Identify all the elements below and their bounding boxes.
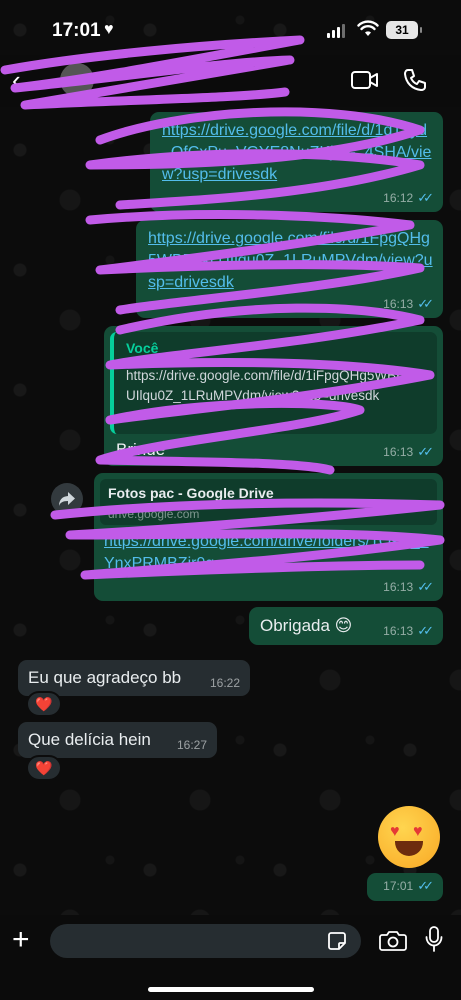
camera-icon[interactable] [379,929,407,951]
message-input-bar: + [0,915,461,1000]
outgoing-reply-message[interactable]: Você https://drive.google.com/file/d/1iF… [104,326,443,466]
microphone-icon[interactable] [425,926,443,952]
read-ticks-icon: ✓✓ [417,878,434,893]
message-text: Obrigada 😊 [260,616,353,635]
preview-title: Fotos pac - Google Drive [108,485,274,501]
message-meta: 16:22 [210,676,240,690]
outgoing-link-message[interactable]: Fotos pac - Google Drive drive.google.co… [94,473,443,601]
message-meta: 16:12 ✓✓ [383,190,434,206]
message-link[interactable]: https://drive.google.com/file/d/1FpgQHg5… [148,228,433,294]
message-time: 16:12 [383,191,414,205]
status-time: 17:01 [52,20,101,41]
message-meta: 16:13 ✓✓ [383,444,434,460]
read-ticks-icon: ✓✓ [417,296,434,311]
message-text: Brinde [116,440,166,459]
reaction-emoji: ❤️ [35,695,53,712]
phone-call-icon[interactable] [402,67,428,93]
quote-author: Você [126,340,159,356]
sticker-icon[interactable] [327,931,347,951]
plus-icon[interactable]: + [12,925,30,955]
back-chevron-icon[interactable]: ‹ [12,65,21,96]
outgoing-message[interactable]: https://drive.google.com/file/d/1FpgQHg5… [136,220,443,318]
emoji-time-pill: 17:01 ✓✓ [367,873,443,901]
read-ticks-icon: ✓✓ [417,579,434,594]
message-time: 17:01 [383,879,414,893]
quote-text: https://drive.google.com/file/d/1iFpgQHg… [126,368,427,403]
chat-header: ‹ [0,55,461,107]
wifi-icon [357,20,379,36]
message-text: Eu que agradeço bb [28,668,182,687]
quoted-message[interactable]: Você https://drive.google.com/file/d/1iF… [110,332,437,434]
battery-level: 31 [386,21,422,39]
heart-eyes-emoji[interactable]: ♥ ♥ [378,806,440,868]
message-meta: 17:01 ✓✓ [383,878,434,894]
message-time: 16:13 [383,297,414,311]
message-meta: 16:27 [177,738,207,752]
message-time: 16:13 [383,624,414,638]
outgoing-message[interactable]: Obrigada 😊 16:13 ✓✓ [249,607,443,645]
read-ticks-icon: ✓✓ [417,444,434,459]
read-ticks-icon: ✓✓ [417,190,434,205]
read-ticks-icon: ✓✓ [417,623,434,638]
message-time: 16:13 [383,445,414,459]
message-link[interactable]: https://drive.google.com/file/d/1g12yd_Q… [162,120,432,186]
video-call-icon[interactable] [350,69,380,91]
avatar[interactable] [60,63,94,97]
message-meta: 16:13 ✓✓ [383,623,434,639]
message-input[interactable] [50,924,361,958]
link-preview[interactable]: Fotos pac - Google Drive drive.google.co… [100,479,437,525]
heart-reaction[interactable]: ❤️ [26,691,62,717]
message-meta: 16:13 ✓✓ [383,296,434,312]
heart-eye-right-icon: ♥ [413,823,423,840]
outgoing-message[interactable]: https://drive.google.com/file/d/1g12yd_Q… [150,112,443,212]
incoming-message[interactable]: Que delícia hein 16:27 [18,722,217,758]
forward-button[interactable] [51,483,83,515]
message-time: 16:22 [209,676,240,690]
signal-icon [327,24,345,38]
reaction-emoji: ❤️ [35,759,53,776]
status-bar: 17:01 ♥ 31 [0,0,461,58]
message-link[interactable]: https://drive.google.com/drive/folders/1… [104,531,434,575]
preview-domain: drive.google.com [108,507,200,521]
mouth-shape [395,841,423,856]
message-text: Que delícia hein [28,730,151,749]
home-indicator [148,987,314,992]
heart-eye-left-icon: ♥ [390,823,400,840]
forward-arrow-icon [59,492,75,506]
message-time: 16:27 [176,738,207,752]
message-time: 16:13 [383,580,414,594]
message-meta: 16:13 ✓✓ [383,579,434,595]
heart-reaction[interactable]: ❤️ [26,755,62,781]
heart-icon: ♥ [104,21,114,38]
